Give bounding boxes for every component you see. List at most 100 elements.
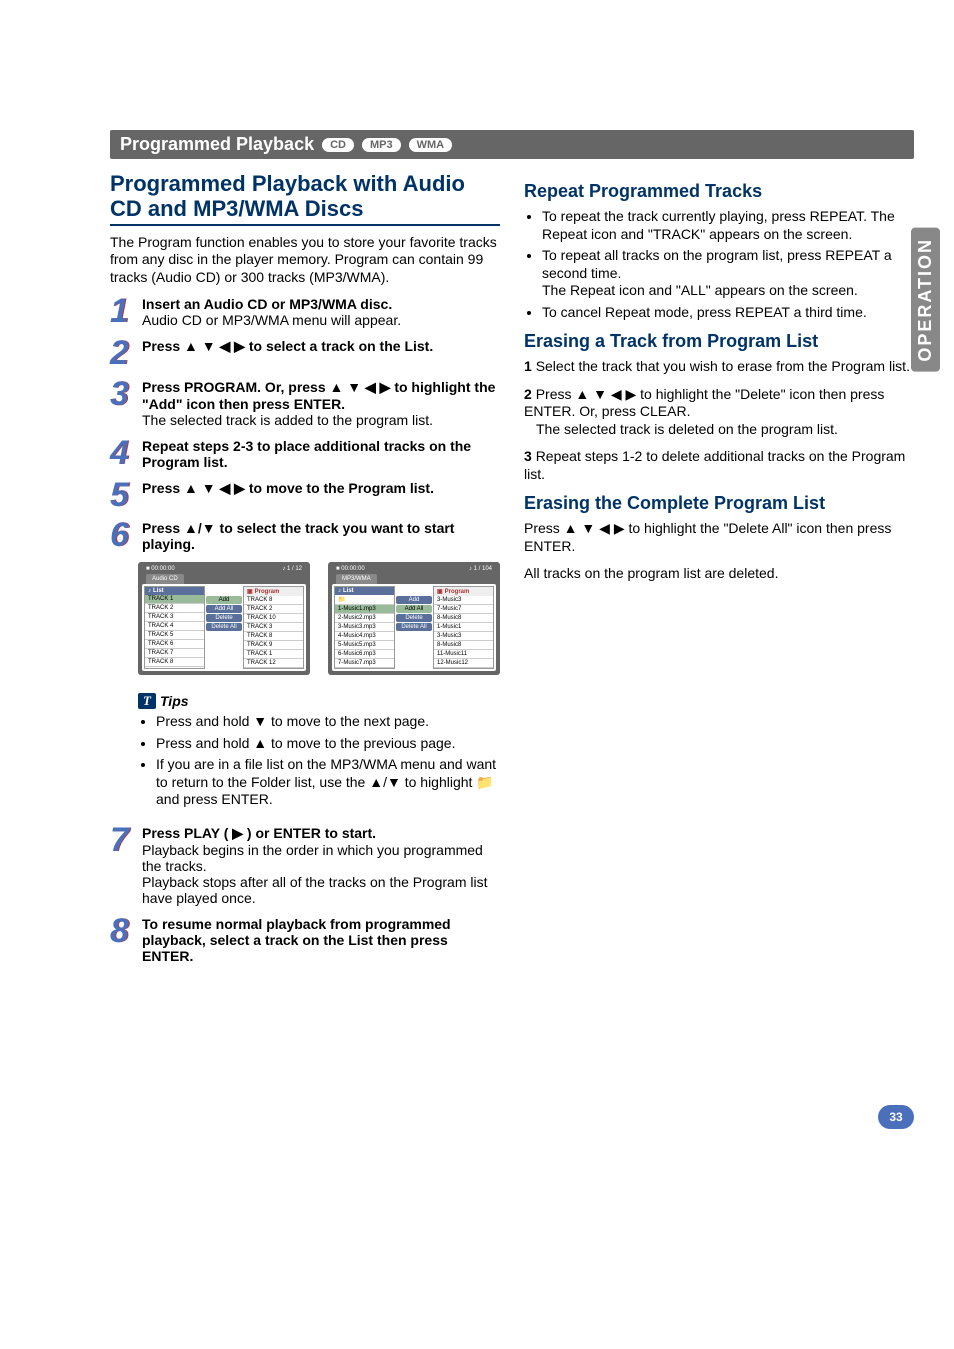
list-item: TRACK 3 <box>244 623 303 632</box>
step-number-icon: 3 <box>110 379 138 428</box>
list-item: TRACK 4 <box>145 622 204 631</box>
erase-step-2-text: Press ▲ ▼ ◀ ▶ to highlight the "Delete" … <box>524 386 884 420</box>
program-icon: ▣ <box>247 588 253 595</box>
step-8: 8 To resume normal playback from program… <box>110 916 500 964</box>
section-title: Programmed Playback <box>120 134 314 155</box>
tips-box: T Tips Press and hold ▼ to move to the n… <box>138 693 500 809</box>
cd-tab: Audio CD <box>146 574 184 584</box>
step-7-sub2: Playback stops after all of the tracks o… <box>142 874 488 906</box>
step-number-icon: 1 <box>110 296 138 328</box>
step-5: 5 Press ▲ ▼ ◀ ▶ to move to the Program l… <box>110 480 500 511</box>
erase-all-p1: Press ▲ ▼ ◀ ▶ to highlight the "Delete A… <box>524 520 914 555</box>
repeat-item-2-main: To repeat all tracks on the program list… <box>542 247 892 281</box>
cd-time: 00:00:00 <box>151 566 174 572</box>
badge-wma: WMA <box>409 138 453 152</box>
tips-head-label: Tips <box>160 693 189 709</box>
erase-step-3-text: Repeat steps 1-2 to delete additional tr… <box>524 448 905 482</box>
erase-step-1: 1 Select the track that you wish to eras… <box>524 358 914 376</box>
list-item: 3-Music3 <box>434 632 493 641</box>
step-1-title: Insert an Audio CD or MP3/WMA disc. <box>142 296 392 312</box>
mp3-count: 1 / 104 <box>474 566 492 572</box>
list-item: TRACK 2 <box>145 604 204 613</box>
cd-list-head: List <box>153 588 164 594</box>
erase-all-title: Erasing the Complete Program List <box>524 493 914 514</box>
step-number-icon: 6 <box>110 520 138 552</box>
repeat-item-2: To repeat all tracks on the program list… <box>542 247 914 300</box>
repeat-item-2-sub: The Repeat icon and "ALL" appears on the… <box>542 282 858 298</box>
step-8-title: To resume normal playback from programme… <box>142 916 451 964</box>
step-3-title: Press PROGRAM. Or, press ▲ ▼ ◀ ▶ to high… <box>142 379 495 412</box>
list-item: TRACK 8 <box>145 658 204 667</box>
step-7: 7 Press PLAY ( ▶ ) or ENTER to start. Pl… <box>110 825 500 906</box>
list-item: TRACK 3 <box>145 613 204 622</box>
delete-all-button: Delete All <box>206 623 242 631</box>
step-3-sub: The selected track is added to the progr… <box>142 412 433 428</box>
delete-button: Delete <box>396 614 432 622</box>
list-item: 12-Music12 <box>434 659 493 668</box>
erase-track-title: Erasing a Track from Program List <box>524 331 914 352</box>
badge-mp3: MP3 <box>362 138 401 152</box>
step-7-sub1: Playback begins in the order in which yo… <box>142 842 483 874</box>
repeat-title: Repeat Programmed Tracks <box>524 181 914 202</box>
list-item: 8-Music8 <box>434 614 493 623</box>
program-icon: ▣ <box>437 588 443 595</box>
step-4-title: Repeat steps 2-3 to place additional tra… <box>142 438 471 470</box>
list-item: 1-Music1.mp3 <box>335 605 394 614</box>
tip-item: Press and hold ▲ to move to the previous… <box>156 735 500 753</box>
step-number-icon: 8 <box>110 916 138 964</box>
list-item: TRACK 10 <box>244 614 303 623</box>
list-item: 2-Music2.mp3 <box>335 614 394 623</box>
erase-step-3: 3 Repeat steps 1-2 to delete additional … <box>524 448 914 483</box>
list-item: 8-Music8 <box>434 641 493 650</box>
list-item: 4-Music4.mp3 <box>335 632 394 641</box>
mp3-menu-screenshot: ■ 00:00:00 ♪ 1 / 104 MP3/WMA ♪List 📁 1-M… <box>328 562 500 675</box>
left-column: Programmed Playback with Audio CD and MP… <box>110 171 500 974</box>
list-item: 3-Music3.mp3 <box>335 623 394 632</box>
step-number-icon: 4 <box>110 438 138 470</box>
mp3-time: 00:00:00 <box>341 566 364 572</box>
list-item: 7-Music7 <box>434 605 493 614</box>
main-title: Programmed Playback with Audio CD and MP… <box>110 171 500 226</box>
step-2-title: Press ▲ ▼ ◀ ▶ to select a track on the L… <box>142 338 433 354</box>
page-number: 33 <box>878 1105 914 1129</box>
delete-all-button: Delete All <box>396 623 432 631</box>
step-number-icon: 7 <box>110 825 138 906</box>
list-item: TRACK 6 <box>145 640 204 649</box>
mp3-list-head: List <box>343 588 354 594</box>
section-header: Programmed Playback CD MP3 WMA <box>110 130 914 159</box>
step-6: 6 Press ▲/▼ to select the track you want… <box>110 520 500 552</box>
erase-all-p2: All tracks on the program list are delet… <box>524 565 914 583</box>
musicnote-icon: ♪ <box>338 588 341 594</box>
repeat-item-3: To cancel Repeat mode, press REPEAT a th… <box>542 304 914 322</box>
tips-icon: T <box>138 693 156 709</box>
list-item: 5-Music5.mp3 <box>335 641 394 650</box>
tip-item: If you are in a file list on the MP3/WMA… <box>156 756 500 809</box>
list-item: 3-Music3 <box>434 596 493 605</box>
repeat-item-1: To repeat the track currently playing, p… <box>542 208 914 243</box>
step-5-title: Press ▲ ▼ ◀ ▶ to move to the Program lis… <box>142 480 434 496</box>
mp3-prog-head: Program <box>445 589 470 595</box>
step-3: 3 Press PROGRAM. Or, press ▲ ▼ ◀ ▶ to hi… <box>110 379 500 428</box>
add-all-button: Add All <box>206 605 242 613</box>
list-item: TRACK 9 <box>244 641 303 650</box>
erase-step-2: 2 Press ▲ ▼ ◀ ▶ to highlight the "Delete… <box>524 386 914 439</box>
tip-item: Press and hold ▼ to move to the next pag… <box>156 713 500 731</box>
list-item: 1-Music1 <box>434 623 493 632</box>
list-item: TRACK 8 <box>244 596 303 605</box>
list-item: TRACK 2 <box>244 605 303 614</box>
cd-prog-head: Program <box>255 589 280 595</box>
step-1-sub: Audio CD or MP3/WMA menu will appear. <box>142 312 401 328</box>
cd-menu-screenshot: ■ 00:00:00 ♪ 1 / 12 Audio CD ♪List TRACK… <box>138 562 310 675</box>
step-1: 1 Insert an Audio CD or MP3/WMA disc. Au… <box>110 296 500 328</box>
intro-paragraph: The Program function enables you to stor… <box>110 234 500 287</box>
step-6-title: Press ▲/▼ to select the track you want t… <box>142 520 454 552</box>
list-item: TRACK 12 <box>244 659 303 668</box>
list-item: 6-Music6.mp3 <box>335 650 394 659</box>
erase-step-1-text: Select the track that you wish to erase … <box>536 358 910 374</box>
add-all-button: Add All <box>396 605 432 613</box>
step-7-title: Press PLAY ( ▶ ) or ENTER to start. <box>142 825 376 841</box>
list-item: 11-Music11 <box>434 650 493 659</box>
delete-button: Delete <box>206 614 242 622</box>
right-column: Repeat Programmed Tracks To repeat the t… <box>524 171 914 974</box>
step-4: 4 Repeat steps 2-3 to place additional t… <box>110 438 500 470</box>
